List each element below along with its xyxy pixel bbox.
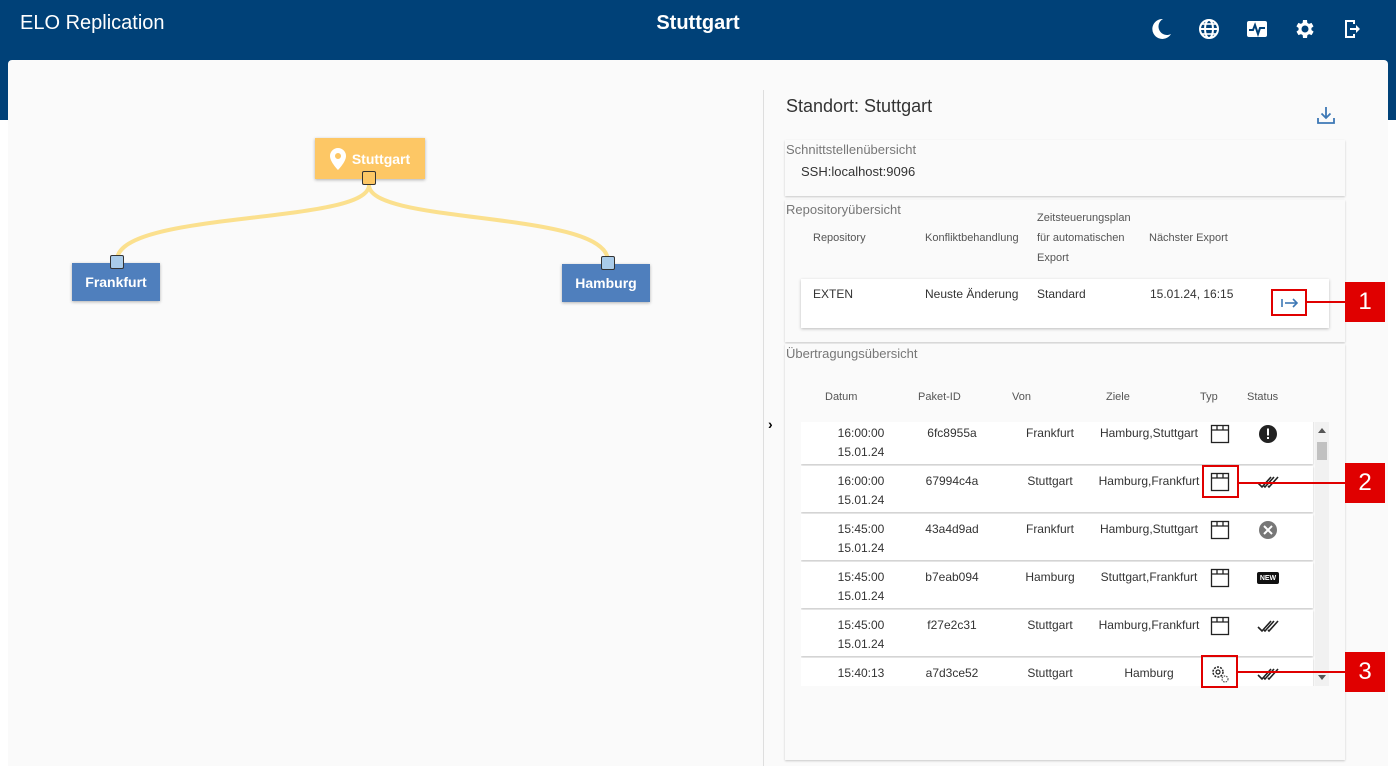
failed-x-icon <box>1256 520 1280 540</box>
transfer-section: Übertragungsübersicht Datum Paket-ID Von… <box>785 344 1345 760</box>
activity-icon[interactable] <box>1244 16 1270 42</box>
transfer-row[interactable]: 15:45:00 15.01.24 43a4d9ad Frankfurt Hamburg… <box>801 514 1313 560</box>
callout-line-3 <box>1238 671 1345 673</box>
package-icon[interactable] <box>1210 424 1230 444</box>
header-conflict: Konfliktbehandlung <box>925 232 1019 244</box>
transfer-day: 15.01.24 <box>837 445 885 459</box>
callout-box-3 <box>1201 655 1238 688</box>
header-from: Von <box>1012 391 1031 403</box>
header-type: Typ <box>1200 391 1218 403</box>
repository-section: Repositoryübersicht Repository Konfliktb… <box>785 200 1345 342</box>
panel-title: Standort: Stuttgart <box>786 96 933 116</box>
callout-number-3: 3 <box>1345 652 1385 692</box>
panel-divider <box>763 90 764 766</box>
node-handle[interactable] <box>110 255 124 269</box>
header-schedule: Zeitsteuerungsplan für automatischen Exp… <box>1037 212 1131 264</box>
interface-label: Schnittstellenübersicht <box>786 142 917 157</box>
logout-icon[interactable] <box>1340 16 1366 42</box>
error-exclamation-icon <box>1256 424 1280 444</box>
transfer-row[interactable]: 16:00:00 15.01.24 6fc8955a Frankfurt Hamburg… <box>801 422 1313 464</box>
repository-label: Repositoryübersicht <box>786 202 901 217</box>
callout-number-2: 2 <box>1345 463 1385 503</box>
moon-icon[interactable] <box>1148 16 1174 42</box>
callout-box-2 <box>1202 465 1239 498</box>
repo-conflict: Neuste Änderung <box>925 287 1019 301</box>
new-badge-icon: NEW <box>1257 572 1279 584</box>
header-repository: Repository <box>813 232 866 244</box>
header-targets: Ziele <box>1106 391 1130 403</box>
scroll-thumb[interactable] <box>1317 442 1327 460</box>
header-status: Status <box>1247 391 1279 403</box>
node-handle[interactable] <box>362 171 376 185</box>
location-pin-icon <box>329 147 346 170</box>
repository-row: EXTEN Neuste Änderung Standard 15.01.24,… <box>801 279 1329 328</box>
topology-graph[interactable]: Stuttgart Frankfurt Hamburg <box>8 60 763 766</box>
gear-icon[interactable] <box>1292 16 1318 42</box>
transfer-day: 15.01.24 <box>837 493 885 507</box>
transfer-label: Übertragungsübersicht <box>786 346 918 361</box>
new-badge-label: NEW <box>1259 574 1277 582</box>
double-check-icon <box>1256 664 1280 684</box>
transfer-day: 15.01.24 <box>837 589 885 603</box>
main-card: Stuttgart Frankfurt Hamburg › Standort: … <box>8 60 1388 766</box>
repo-name: EXTEN <box>813 287 854 301</box>
toolbar <box>1148 16 1366 42</box>
scroll-down-arrow-icon[interactable] <box>1318 675 1326 680</box>
status-new: NEW <box>1256 568 1280 588</box>
transfer-row[interactable]: 15:45:00 15.01.24 b7eab094 Hamburg Stuttgart… <box>801 562 1313 608</box>
transfer-row[interactable]: 15:45:00 15.01.24 f27e2c31 Stuttgart Hamburg… <box>801 610 1313 656</box>
transfer-day: 15.01.24 <box>837 541 885 555</box>
header-date: Datum <box>825 391 858 403</box>
edge-stuttgart-hamburg <box>367 184 610 262</box>
location-panel: Standort: Stuttgart Schnittstellenübersi… <box>785 90 1345 760</box>
globe-icon[interactable] <box>1196 16 1222 42</box>
header-next-export: Nächster Export <box>1149 232 1228 244</box>
node-label: Stuttgart <box>351 150 411 167</box>
callout-line-1 <box>1307 301 1345 303</box>
package-icon[interactable] <box>1210 616 1230 636</box>
callout-number-1: 1 <box>1345 282 1385 322</box>
callout-box-1 <box>1271 289 1307 316</box>
collapse-chevron-icon[interactable]: › <box>768 416 773 432</box>
node-handle[interactable] <box>601 256 615 270</box>
node-label: Hamburg <box>575 275 637 291</box>
app-title: ELO Replication <box>20 12 165 34</box>
interface-section: Schnittstellenübersicht SSH:localhost:90… <box>785 140 1345 196</box>
scroll-up-arrow-icon[interactable] <box>1318 428 1326 433</box>
header-package: Paket-ID <box>918 391 961 403</box>
download-icon[interactable] <box>1315 104 1337 126</box>
double-check-icon <box>1256 616 1280 636</box>
callout-line-2 <box>1239 482 1345 484</box>
interface-value: SSH:localhost:9096 <box>801 164 916 179</box>
package-icon[interactable] <box>1210 568 1230 588</box>
repo-next-export: 15.01.24, 16:15 <box>1150 287 1234 301</box>
transfer-day: 15.01.24 <box>837 637 885 651</box>
repo-schedule: Standard <box>1037 287 1086 301</box>
node-label: Frankfurt <box>85 274 147 290</box>
transfer-list[interactable]: 16:00:00 15.01.24 6fc8955a Frankfurt Hamburg… <box>801 422 1329 686</box>
edge-stuttgart-frankfurt <box>115 184 371 261</box>
transfer-scrollbar[interactable] <box>1315 422 1329 686</box>
package-icon[interactable] <box>1210 520 1230 540</box>
